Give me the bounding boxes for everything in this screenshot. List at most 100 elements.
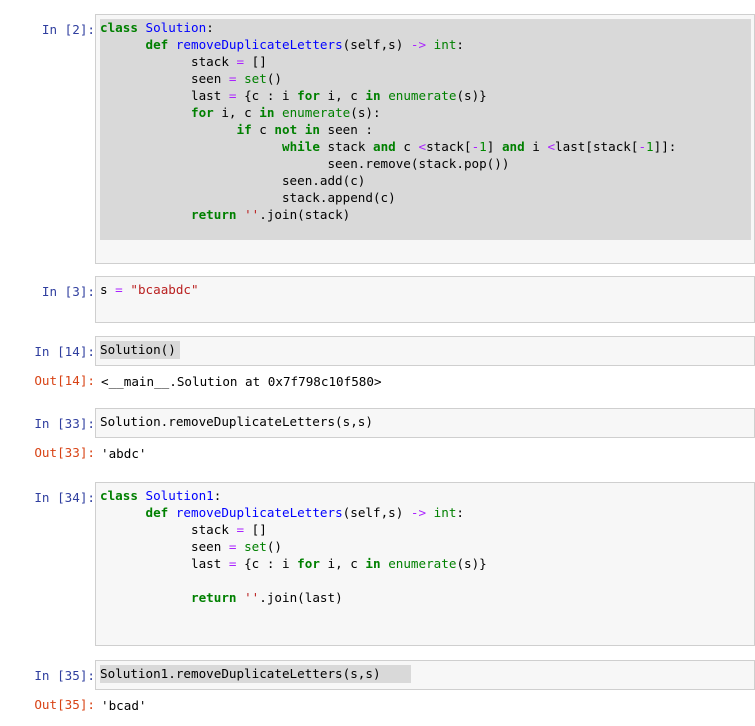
code-text: s = "bcaabdc" [100, 281, 199, 298]
code-token: Solution.removeDuplicateLetters(s,s) [100, 414, 373, 429]
code-token: [] [244, 54, 267, 69]
code-token: {c : i [236, 88, 298, 103]
code-line: def removeDuplicateLetters(self,s) -> in… [100, 36, 676, 53]
code-cell-35[interactable]: In [35]: Solution1.removeDuplicateLetter… [0, 660, 755, 722]
code-token: .join(stack) [259, 207, 351, 222]
code-token: c [251, 122, 275, 137]
output-text: <__main__.Solution at 0x7f798c10f580> [101, 374, 382, 389]
code-line: last = {c : i for i, c in enumerate(s)} [100, 555, 487, 572]
code-token: stack [319, 139, 373, 154]
code-token: in [365, 88, 381, 103]
code-token: in [365, 556, 381, 571]
code-token: enumerate [388, 556, 457, 571]
code-token: set [244, 539, 267, 554]
code-token: last [100, 556, 229, 571]
code-token: for [297, 88, 320, 103]
input-prompt: In [3]: [41, 284, 95, 299]
code-cell-33[interactable]: In [33]: Solution.removeDuplicateLetters… [0, 408, 755, 468]
code-token: in [259, 105, 275, 120]
code-token: '' [244, 590, 260, 605]
code-token: ] [486, 139, 502, 154]
code-editor[interactable]: Solution1.removeDuplicateLetters(s,s) [95, 660, 755, 690]
code-token: (s): [350, 105, 381, 120]
code-editor[interactable]: Solution.removeDuplicateLetters(s,s) [95, 408, 755, 438]
code-editor[interactable]: s = "bcaabdc" [95, 276, 755, 323]
code-line: return ''.join(last) [100, 589, 487, 606]
code-token: enumerate [282, 105, 351, 120]
code-line: s = "bcaabdc" [100, 281, 199, 298]
code-token: removeDuplicateLetters [175, 505, 343, 520]
code-token: : [206, 20, 214, 35]
output-text: 'abdc' [101, 446, 147, 461]
code-token: Solution1.removeDuplicateLetters(s,s) [100, 666, 381, 681]
input-prompt: In [14]: [34, 344, 95, 359]
code-line: return ''.join(stack) [100, 206, 676, 223]
code-token: (s)} [456, 556, 487, 571]
code-cell-14[interactable]: In [14]: Solution() Out[14]: <__main__.S… [0, 336, 755, 396]
code-editor[interactable]: class Solution: def removeDuplicateLette… [95, 14, 755, 264]
code-token: ]]: [653, 139, 677, 154]
code-token: removeDuplicateLetters [175, 37, 343, 52]
code-token: = [228, 539, 237, 554]
code-text: Solution1.removeDuplicateLetters(s,s) [100, 665, 381, 682]
output-prompt: Out[14]: [34, 373, 95, 388]
code-token: 1 [646, 139, 654, 154]
code-cell-3[interactable]: In [3]: s = "bcaabdc" [0, 276, 755, 323]
code-token: - [638, 139, 647, 154]
code-editor[interactable]: class Solution1: def removeDuplicateLett… [95, 482, 755, 646]
code-cell-2[interactable]: In [2]: class Solution: def removeDuplic… [0, 14, 755, 264]
code-line: seen.add(c) [100, 172, 676, 189]
code-token: stack [100, 54, 237, 69]
code-line: Solution() [100, 341, 176, 358]
code-token: int [433, 37, 457, 52]
code-text: Solution.removeDuplicateLetters(s,s) [100, 413, 373, 430]
code-token: -> [410, 37, 427, 52]
code-token: : [213, 488, 222, 503]
code-token: c [395, 139, 419, 154]
code-line: class Solution: [100, 19, 676, 36]
code-token: seen [100, 539, 229, 554]
code-line: if c not in seen : [100, 121, 676, 138]
code-token: def [145, 37, 169, 52]
code-token: return [191, 590, 237, 605]
output-prompt: Out[33]: [34, 445, 95, 460]
code-token: seen : [319, 122, 374, 137]
code-token: = [115, 282, 123, 297]
code-line: while stack and c <stack[-1] and i <last… [100, 138, 676, 155]
code-token: def [145, 505, 169, 520]
code-cell-34[interactable]: In [34]: class Solution1: def removeDupl… [0, 482, 755, 646]
code-text: class Solution1: def removeDuplicateLett… [100, 487, 487, 606]
code-token: stack[ [426, 139, 472, 154]
code-token: () [266, 71, 283, 86]
code-token: class [100, 488, 138, 503]
code-token: stack [100, 522, 237, 537]
code-token: s [100, 282, 116, 297]
code-token: = [228, 71, 237, 86]
code-token: last[stack[ [555, 139, 639, 154]
code-token: and [501, 139, 525, 154]
code-line: seen = set() [100, 70, 676, 87]
code-token: class [100, 20, 138, 35]
code-token: = [228, 556, 237, 571]
output-prompt: Out[35]: [34, 697, 95, 712]
input-prompt: In [35]: [34, 668, 95, 683]
code-text: Solution() [100, 341, 176, 358]
code-token: for [297, 556, 320, 571]
code-editor[interactable]: Solution() [95, 336, 755, 366]
code-token: int [433, 505, 457, 520]
code-line: Solution1.removeDuplicateLetters(s,s) [100, 665, 381, 682]
code-token: (self,s) [342, 505, 411, 520]
code-token: for [191, 105, 214, 120]
